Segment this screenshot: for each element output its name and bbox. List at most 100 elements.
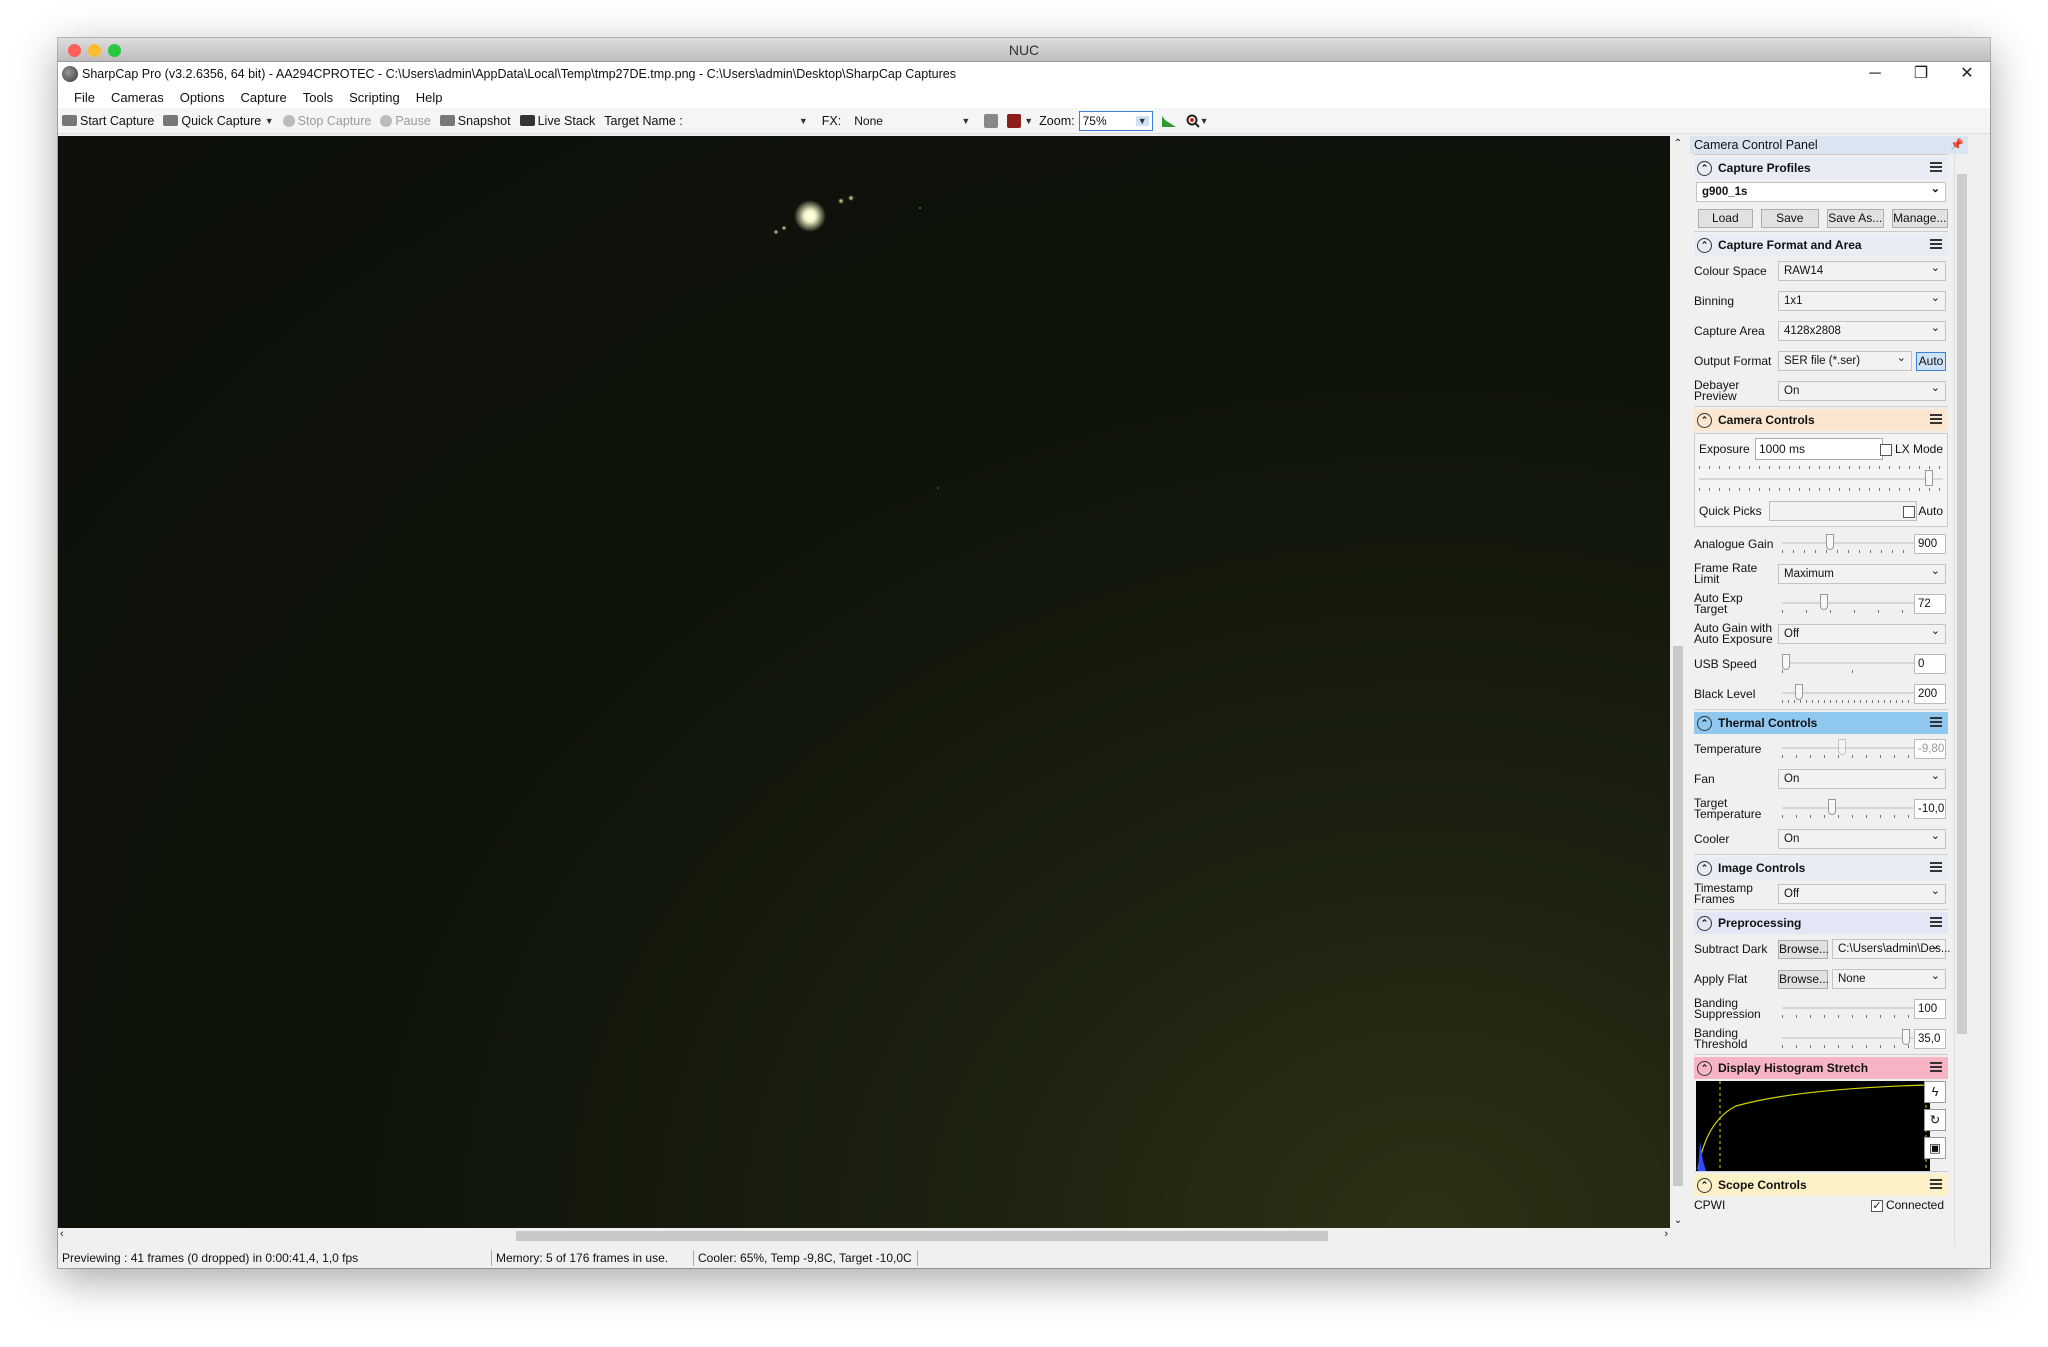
black-level-slider[interactable] [1782,684,1924,704]
scroll-thumb[interactable] [1673,646,1683,1186]
menu-icon[interactable] [1930,862,1942,872]
target-temperature-input[interactable]: -10,0 [1914,799,1946,819]
menu-icon[interactable] [1930,1179,1942,1189]
scroll-right-icon[interactable]: › [1664,1228,1668,1240]
exposure-slider[interactable] [1699,462,1943,498]
subtract-dark-select[interactable]: C:\Users\admin\Des... [1832,937,1950,959]
quick-picks-select[interactable]: ⌄ [1769,501,1917,521]
collapse-icon[interactable]: ⌃ [1697,715,1712,731]
auto-exp-input[interactable]: 72 [1914,594,1946,614]
pause-button[interactable]: Pause [380,114,431,128]
load-button[interactable]: Load [1698,208,1753,228]
collapse-icon[interactable]: ⌃ [1697,412,1712,428]
target-name-combo[interactable]: ▼ [692,111,812,131]
gain-input[interactable]: 900 [1914,534,1946,554]
frame-rate-select[interactable]: Maximum [1778,562,1946,584]
image-preview[interactable] [58,136,1670,1228]
scroll-up-icon[interactable]: ⌃ [1670,138,1686,149]
capture-profiles-header[interactable]: ⌃ Capture Profiles [1694,157,1948,179]
menu-file[interactable]: File [66,90,103,105]
connected-checkbox[interactable]: ✓ [1870,1199,1883,1212]
output-format-select[interactable]: SER file (*.ser) [1778,349,1912,371]
exposure-input[interactable]: 1000 ms [1755,438,1883,460]
scroll-down-icon[interactable]: ⌄ [1670,1215,1686,1226]
auto-gain-select[interactable]: Off [1778,622,1946,644]
dropdown-arrow-icon[interactable]: ▼ [265,116,274,126]
panel-scrollbar[interactable] [1954,154,1968,1246]
collapse-icon[interactable]: ⌃ [1697,237,1712,253]
reset-icon[interactable]: ↻ [1924,1109,1946,1131]
pin-icon[interactable]: 📌 [1950,136,1964,154]
save-button[interactable]: Save [1760,208,1819,228]
menu-tools[interactable]: Tools [295,90,341,105]
gain-slider[interactable] [1782,534,1924,554]
auto-exp-slider[interactable] [1782,594,1924,614]
profile-select[interactable]: g900_1s [1696,180,1946,202]
banding-suppression-slider[interactable] [1782,999,1924,1019]
zoom-combo[interactable]: 75% ▼ [1078,110,1153,131]
zoom-traffic-light[interactable] [108,44,121,57]
slider-thumb[interactable] [1902,1029,1910,1045]
save-icon[interactable]: ▣ [1924,1137,1946,1159]
colour-space-select[interactable]: RAW14 [1778,259,1946,281]
quick-picks-auto-checkbox[interactable] [1903,505,1916,518]
histogram-button[interactable] [1161,114,1177,128]
horizontal-scrollbar[interactable]: ‹ › [58,1228,1670,1244]
slider-thumb[interactable] [1925,470,1933,486]
browse-dark-button[interactable]: Browse... [1778,939,1829,959]
minimize-traffic-light[interactable] [88,44,101,57]
slider-thumb[interactable] [1819,594,1828,610]
menu-cameras[interactable]: Cameras [103,90,172,105]
fan-select[interactable]: On [1778,767,1946,789]
menu-options[interactable]: Options [172,90,233,105]
slider-thumb[interactable] [1826,534,1835,550]
histogram-chart[interactable] [1696,1081,1930,1171]
image-controls-header[interactable]: ⌃ Image Controls [1694,857,1948,879]
thermal-controls-header[interactable]: ⌃ Thermal Controls [1694,712,1948,734]
restore-icon[interactable]: ❐ [1898,62,1944,86]
banding-suppression-input[interactable]: 100 [1914,999,1946,1019]
preprocessing-header[interactable]: ⌃ Preprocessing [1694,912,1948,934]
quick-capture-button[interactable]: Quick Capture ▼ [163,114,274,128]
scroll-thumb[interactable] [516,1231,1328,1241]
scope-controls-header[interactable]: ⌃ Scope Controls [1694,1174,1948,1196]
timestamp-select[interactable]: Off [1778,882,1946,904]
manage-button[interactable]: Manage... [1891,208,1948,228]
save-as-button[interactable]: Save As... [1827,208,1884,228]
apply-flat-select[interactable]: None [1832,967,1946,989]
histogram-header[interactable]: ⌃ Display Histogram Stretch [1694,1057,1948,1079]
menu-icon[interactable] [1930,414,1942,424]
lx-mode-checkbox[interactable] [1879,443,1892,456]
menu-scripting[interactable]: Scripting [341,90,408,105]
banding-threshold-input[interactable]: 35,0 [1914,1029,1946,1049]
target-temperature-slider[interactable] [1782,799,1924,819]
black-level-input[interactable]: 200 [1914,684,1946,704]
browse-flat-button[interactable]: Browse... [1778,969,1829,989]
zoom-tool-button[interactable]: ▼ [1186,114,1209,128]
minimize-icon[interactable]: ─ [1852,62,1898,86]
live-stack-button[interactable]: Live Stack [519,114,595,128]
binning-select[interactable]: 1x1 [1778,289,1946,311]
menu-help[interactable]: Help [408,90,451,105]
capture-area-select[interactable]: 4128x2808 [1778,319,1946,341]
collapse-icon[interactable]: ⌃ [1697,915,1712,931]
grid-overlay-button[interactable] [984,113,1001,128]
banding-threshold-slider[interactable] [1782,1029,1924,1049]
menu-icon[interactable] [1930,917,1942,927]
scroll-left-icon[interactable]: ‹ [60,1228,64,1240]
usb-speed-input[interactable]: 0 [1914,654,1946,674]
stop-capture-button[interactable]: Stop Capture [282,114,371,128]
menu-capture[interactable]: Capture [233,90,295,105]
close-icon[interactable]: ✕ [1944,62,1990,86]
menu-icon[interactable] [1930,1062,1942,1072]
usb-speed-slider[interactable] [1782,654,1924,674]
debayer-select[interactable]: On [1778,379,1946,401]
scroll-thumb[interactable] [1957,174,1967,1034]
auto-button[interactable]: Auto [1916,351,1946,371]
close-traffic-light[interactable] [68,44,81,57]
fx-combo[interactable]: None ▼ [850,111,974,131]
slider-thumb[interactable] [1782,654,1790,670]
collapse-icon[interactable]: ⌃ [1697,160,1712,176]
cooler-select[interactable]: On [1778,827,1946,849]
slider-thumb[interactable] [1795,684,1804,700]
